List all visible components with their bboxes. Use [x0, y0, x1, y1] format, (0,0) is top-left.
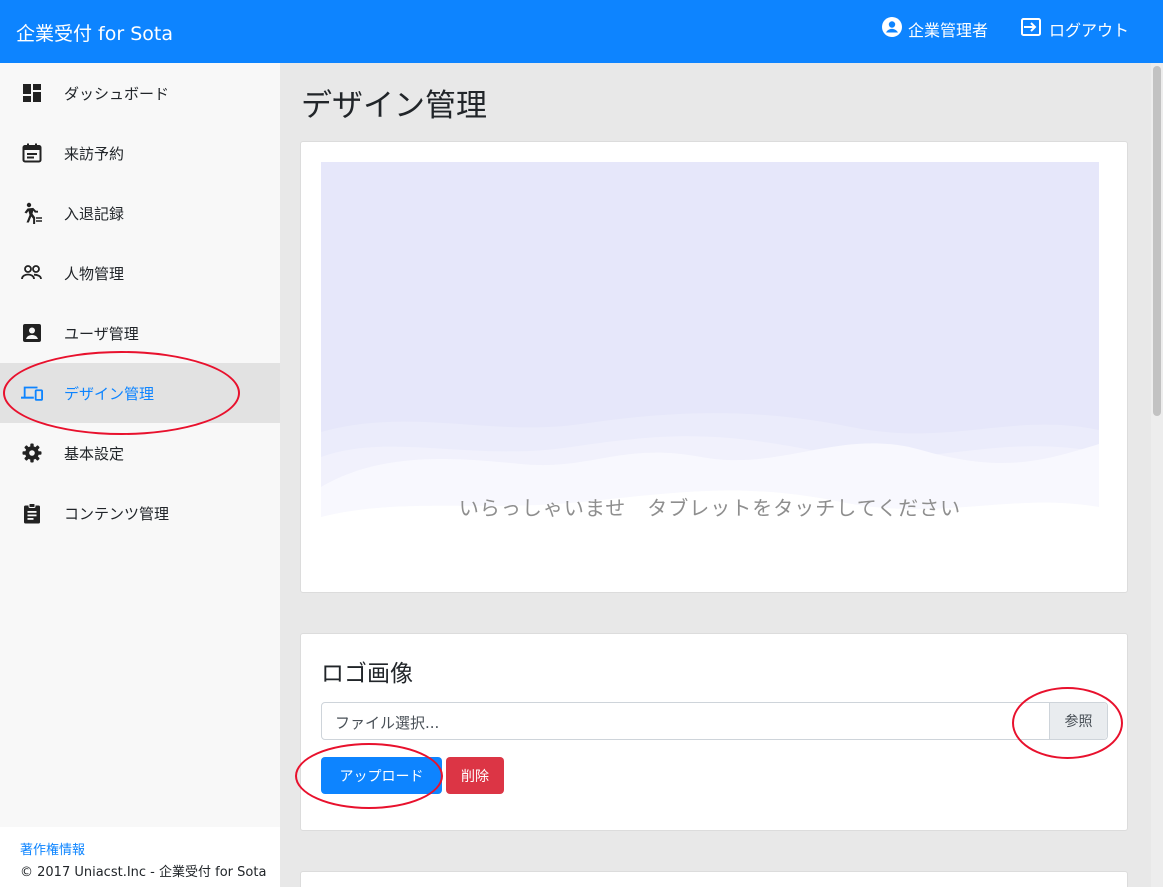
sidebar-item-reservations[interactable]: 来訪予約	[0, 123, 280, 183]
people-icon	[21, 262, 43, 284]
design-preview-card: いらっしゃいませ タブレットをタッチしてください	[300, 141, 1128, 593]
clipboard-icon	[21, 502, 43, 524]
logout-button[interactable]: ログアウト	[1021, 17, 1129, 41]
wave-decoration	[321, 413, 1099, 570]
account-box-icon	[21, 322, 43, 344]
sidebar-item-label: 人物管理	[64, 264, 125, 283]
dashboard-icon	[21, 82, 43, 104]
sidebar-item-label: ユーザ管理	[64, 324, 139, 343]
copyright-info-link[interactable]: 著作権情報	[20, 839, 85, 858]
sidebar-item-people[interactable]: 人物管理	[0, 243, 280, 303]
sidebar-item-label: 入退記録	[64, 204, 125, 223]
calendar-icon	[21, 142, 43, 164]
sidebar-item-contents[interactable]: コンテンツ管理	[0, 483, 280, 543]
sidebar: ダッシュボード 来訪予約 入退記録 人物管理 ユーザ管理 デザイン管理 基本設定…	[0, 63, 280, 887]
logout-icon	[1021, 17, 1043, 41]
copyright-text: © 2017 Uniacst.Inc - 企業受付 for Sota	[20, 865, 267, 880]
file-input-placeholder: ファイル選択...	[335, 714, 440, 732]
user-label: 企業管理者	[908, 21, 989, 40]
scrollbar-thumb[interactable]	[1153, 66, 1161, 416]
next-section-card	[300, 871, 1128, 887]
sidebar-item-users[interactable]: ユーザ管理	[0, 303, 280, 363]
devices-icon	[21, 382, 43, 404]
top-navbar: 企業受付 for Sota 企業管理者 ログアウト	[0, 0, 1163, 63]
sidebar-item-dashboard[interactable]: ダッシュボード	[0, 63, 280, 123]
scrollbar[interactable]	[1151, 63, 1163, 887]
sidebar-item-label: ダッシュボード	[64, 84, 170, 103]
sidebar-item-entry-logs[interactable]: 入退記録	[0, 183, 280, 243]
browse-button[interactable]: 参照	[1049, 703, 1107, 739]
sidebar-item-settings[interactable]: 基本設定	[0, 423, 280, 483]
logo-file-input[interactable]: ファイル選択... 参照	[321, 702, 1108, 740]
logo-section-title: ロゴ画像	[321, 661, 413, 687]
reception-screen-preview: いらっしゃいませ タブレットをタッチしてください	[321, 162, 1099, 570]
logo-image-card: ロゴ画像 ファイル選択... 参照 アップロード 削除	[300, 633, 1128, 831]
sidebar-item-label: 来訪予約	[64, 144, 125, 163]
sidebar-footer: 著作権情報 © 2017 Uniacst.Inc - 企業受付 for Sota	[0, 827, 280, 887]
gear-icon	[21, 442, 43, 464]
brand-title[interactable]: 企業受付 for Sota	[16, 19, 173, 46]
delete-button[interactable]: 削除	[446, 757, 504, 794]
sidebar-item-label: コンテンツ管理	[64, 504, 170, 523]
sidebar-item-label: 基本設定	[64, 444, 125, 463]
account-circle-icon	[882, 17, 902, 41]
sidebar-item-design[interactable]: デザイン管理	[0, 363, 280, 423]
upload-button[interactable]: アップロード	[321, 757, 442, 794]
page-title: デザイン管理	[301, 88, 487, 124]
sidebar-item-label: デザイン管理	[64, 384, 155, 403]
user-menu[interactable]: 企業管理者	[882, 17, 988, 41]
walk-icon	[21, 202, 43, 224]
preview-welcome-text: いらっしゃいませ タブレットをタッチしてください	[458, 496, 962, 520]
logout-label: ログアウト	[1049, 21, 1130, 40]
